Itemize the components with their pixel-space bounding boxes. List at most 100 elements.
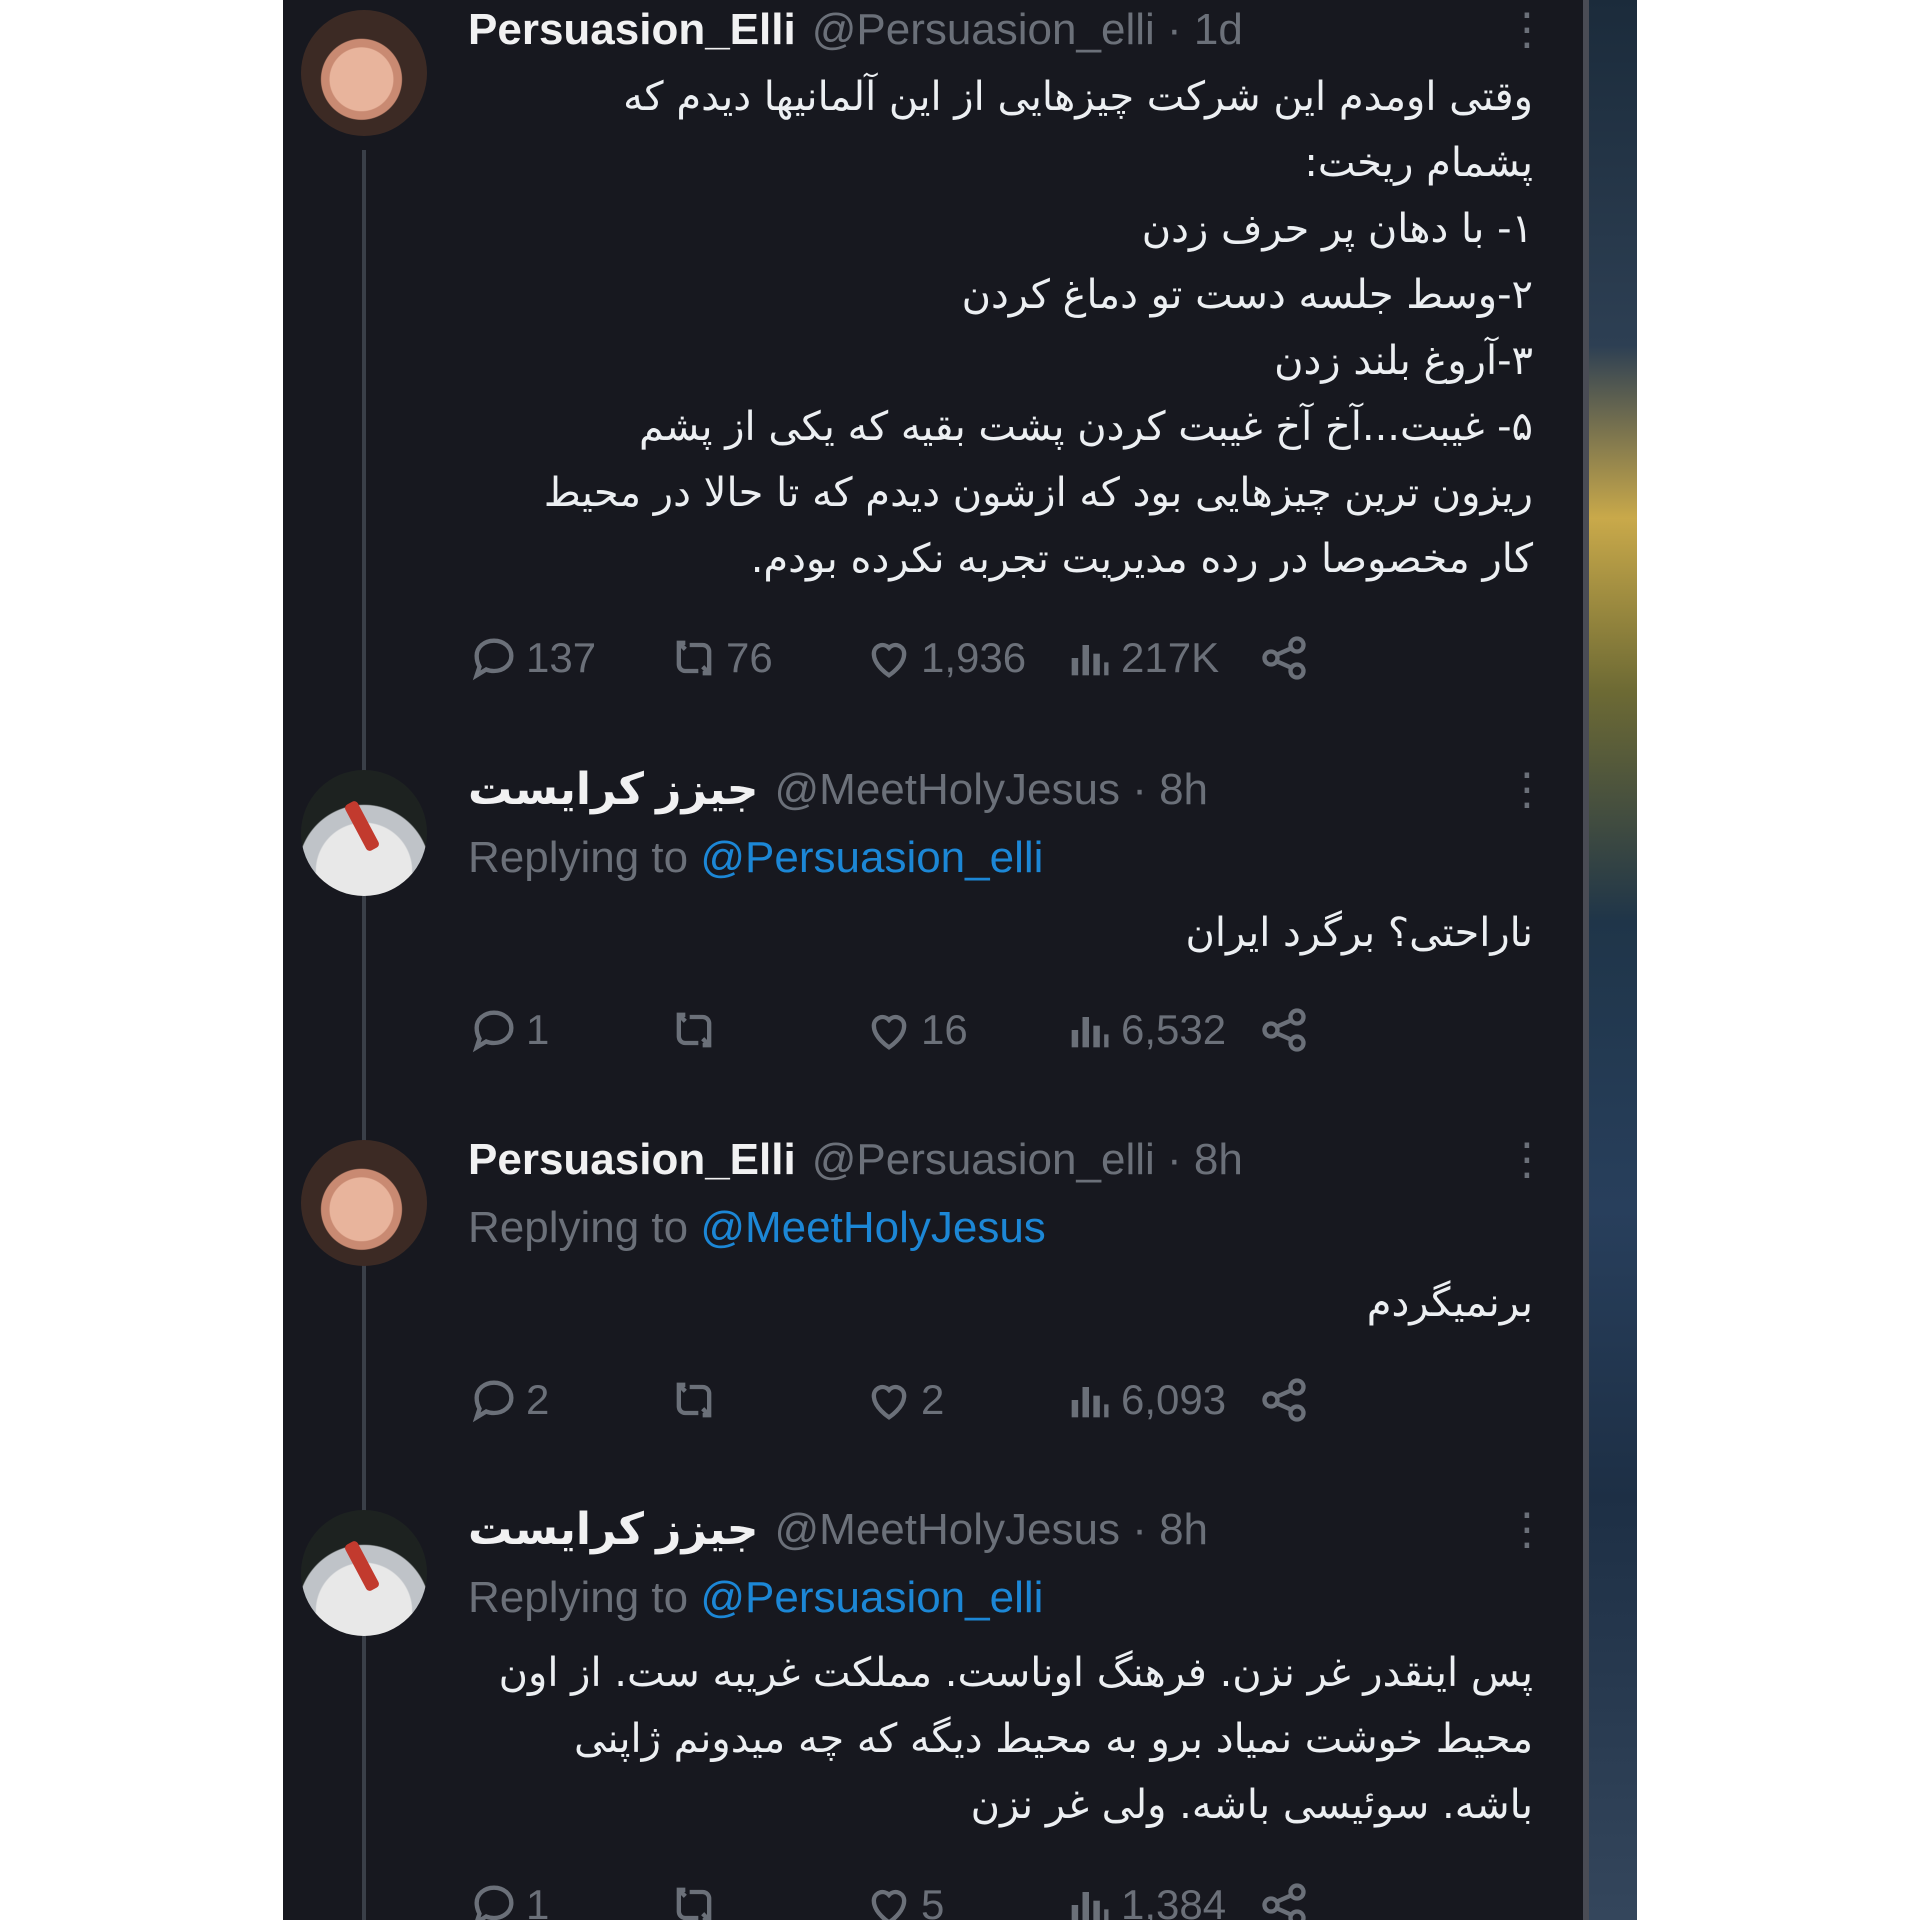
reply-button[interactable]: 137 (468, 628, 596, 688)
tweet-text: ناراحتی؟ برگرد ایران (468, 900, 1533, 966)
tweet-header: Persuasion_Elli @Persuasion_elli · 8h (468, 1130, 1243, 1190)
author-name[interactable]: Persuasion_Elli (468, 1135, 796, 1184)
avatar[interactable] (301, 1140, 427, 1266)
retweet-button[interactable] (668, 1370, 726, 1430)
retweet-icon (676, 1887, 712, 1920)
views-count: 6,093 (1121, 1376, 1227, 1423)
tweet-actions: 137 76 1,936 217K (468, 628, 1538, 688)
views-count: 217K (1121, 634, 1220, 681)
author-handle-time[interactable]: @Persuasion_elli · 1d (812, 5, 1243, 54)
share-button[interactable] (1258, 1370, 1316, 1430)
tweet-header: Persuasion_Elli @Persuasion_elli · 1d (468, 0, 1243, 60)
like-button[interactable]: 5 (863, 1875, 944, 1920)
author-handle-time[interactable]: @MeetHolyJesus · 8h (775, 1505, 1209, 1554)
heart-icon (871, 1889, 907, 1920)
tweet-text-line: وقتی اومدم این شرکت چیزهایی از این آلمان… (623, 74, 1533, 120)
tweet-header: جیزز کرایست @MeetHolyJesus · 8h (468, 760, 1208, 820)
views-button[interactable]: 217K (1063, 628, 1219, 688)
reply-icon (474, 1885, 514, 1920)
reply-button[interactable]: 2 (468, 1370, 549, 1430)
like-button[interactable]: 1,936 (863, 628, 1026, 688)
more-icon[interactable]: ⋮ (1505, 0, 1549, 60)
tweet-text-line: پس اینقدر غر نزن. فرهنگ اوناست. مملکت غر… (498, 1650, 1533, 1696)
like-count: 16 (921, 1006, 968, 1053)
replying-to-handle[interactable]: @Persuasion_elli (700, 1573, 1043, 1622)
reply-count: 137 (526, 634, 597, 681)
avatar[interactable] (301, 770, 427, 896)
views-button[interactable]: 1,384 (1063, 1875, 1226, 1920)
tweet-text-line: برنمیگردم (1366, 1280, 1533, 1326)
background-photo-strip (1589, 0, 1637, 1920)
replying-to: Replying to @MeetHolyJesus (468, 1198, 1046, 1258)
avatar[interactable] (301, 10, 427, 136)
reply-button[interactable]: 1 (468, 1000, 549, 1060)
tweet-text: برنمیگردم (468, 1270, 1533, 1336)
replying-to: Replying to @Persuasion_elli (468, 1568, 1043, 1628)
tweet-text-line: ۵- غیبت...آخ آخ غیبت کردن پشت بقیه که یک… (639, 404, 1533, 450)
replying-to-handle[interactable]: @Persuasion_elli (700, 833, 1043, 882)
tweet-text-line: ۳-آروغ بلند زدن (1274, 338, 1533, 384)
reply-icon (472, 638, 514, 681)
replying-to-handle[interactable]: @MeetHolyJesus (700, 1203, 1045, 1252)
share-button[interactable] (1258, 1000, 1316, 1060)
heart-icon (871, 642, 907, 678)
more-icon[interactable]: ⋮ (1505, 1500, 1549, 1560)
tweet-actions: 1 16 6,532 (468, 1000, 1538, 1060)
share-button[interactable] (1258, 1875, 1316, 1920)
views-icon (1071, 1892, 1109, 1920)
retweet-icon (676, 640, 712, 676)
reply-button[interactable]: 1 (468, 1875, 549, 1920)
tweet-text-line: محیط خوشت نمیاد برو به محیط دیگه که چه م… (573, 1716, 1533, 1762)
share-icon (1262, 636, 1306, 680)
retweet-button[interactable] (668, 1875, 726, 1920)
author-handle-time[interactable]: @Persuasion_elli · 8h (812, 1135, 1243, 1184)
heart-icon (871, 1014, 907, 1050)
avatar-figure (343, 1539, 381, 1593)
replying-to-label: Replying to (468, 833, 701, 882)
tweet-actions: 1 5 1,384 (468, 1875, 1538, 1920)
share-button[interactable] (1258, 628, 1316, 688)
thread-connector-line (362, 150, 366, 1920)
retweet-button[interactable]: 76 (668, 628, 773, 688)
reply-icon (472, 1010, 514, 1053)
tweet-text-line: باشه. سوئیسی باشه. ولی غر نزن (970, 1782, 1533, 1828)
views-icon (1071, 645, 1109, 676)
like-button[interactable]: 16 (863, 1000, 968, 1060)
like-button[interactable]: 2 (863, 1370, 944, 1430)
views-icon (1071, 1017, 1109, 1048)
heart-icon (871, 1384, 907, 1420)
author-name[interactable]: Persuasion_Elli (468, 5, 796, 54)
more-icon[interactable]: ⋮ (1505, 1130, 1549, 1190)
tweet-text-line: کار مخصوصا در رده مدیریت تجربه نکرده بود… (750, 536, 1533, 582)
avatar[interactable] (301, 1510, 427, 1636)
views-button[interactable]: 6,093 (1063, 1370, 1226, 1430)
like-count: 1,936 (921, 634, 1027, 681)
reply-icon (472, 1380, 514, 1423)
tweet-text-line: ریزون ترین چیزهایی بود که ازشون دیدم که … (543, 470, 1533, 516)
share-icon (1262, 1883, 1306, 1920)
replying-to-label: Replying to (468, 1203, 701, 1252)
retweet-button[interactable] (668, 1000, 726, 1060)
like-count: 2 (921, 1376, 945, 1423)
views-button[interactable]: 6,532 (1063, 1000, 1226, 1060)
reply-count: 2 (526, 1376, 550, 1423)
tweet-text-line: ۲-وسط جلسه دست تو دماغ کردن (961, 272, 1533, 318)
replying-to: Replying to @Persuasion_elli (468, 828, 1043, 888)
views-icon (1071, 1387, 1109, 1418)
more-icon[interactable]: ⋮ (1505, 760, 1549, 820)
share-icon (1262, 1008, 1306, 1052)
reply-count: 1 (526, 1881, 550, 1920)
author-name[interactable]: جیزز کرایست (468, 1505, 759, 1554)
tweet-text-line: ۱- با دهان پر حرف زدن (1141, 206, 1533, 252)
retweet-count: 76 (726, 634, 773, 681)
share-icon (1262, 1378, 1306, 1422)
tweet-text-line: ناراحتی؟ برگرد ایران (1185, 910, 1533, 956)
tweet-thread-panel: Persuasion_Elli @Persuasion_elli · 1d ⋮ و… (283, 0, 1589, 1920)
tweet-header: جیزز کرایست @MeetHolyJesus · 8h (468, 1500, 1208, 1560)
replying-to-label: Replying to (468, 1573, 701, 1622)
tweet-actions: 2 2 6,093 (468, 1370, 1538, 1430)
author-handle-time[interactable]: @MeetHolyJesus · 8h (775, 765, 1209, 814)
views-count: 6,532 (1121, 1006, 1227, 1053)
author-name[interactable]: جیزز کرایست (468, 765, 759, 814)
reply-count: 1 (526, 1006, 550, 1053)
